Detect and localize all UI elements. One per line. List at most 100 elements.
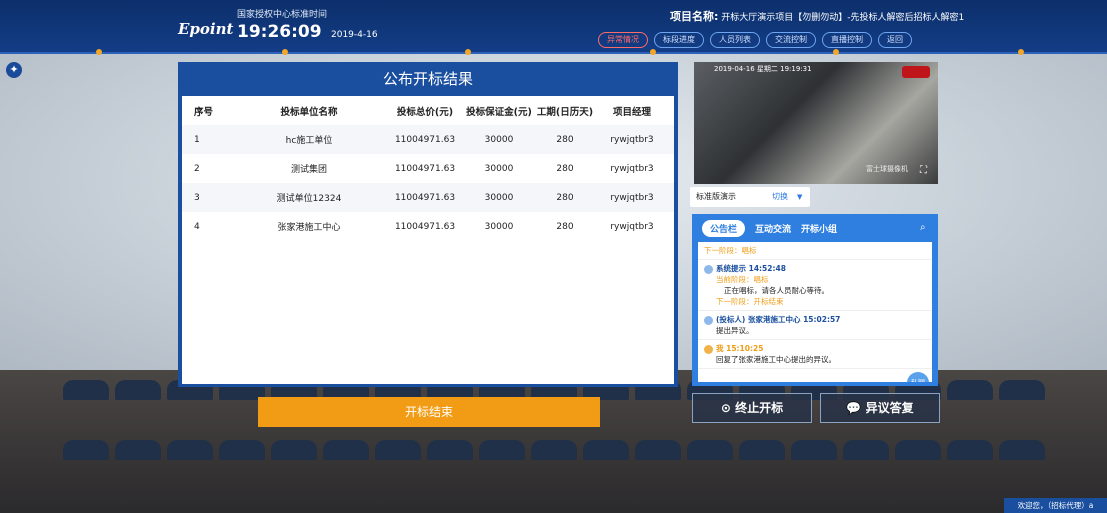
cell-deposit: 30000 (484, 163, 514, 174)
objection-reply-button[interactable]: 💬 异议答复 (820, 393, 940, 423)
table-header: 序号 投标单位名称 投标总价(元) 投标保证金(元) 工期(日历天) 项目经理 (182, 96, 674, 125)
stop-opening-label: 终止开标 (735, 401, 784, 415)
settings-float-icon[interactable]: ✦ (6, 62, 22, 78)
column-header: 序号 (194, 106, 214, 118)
tab-committee[interactable]: 开标小组 (801, 222, 837, 235)
message-line: 当前阶段：唱标 (716, 275, 769, 284)
exception-button[interactable]: 异常情况 (598, 32, 648, 48)
decor-dot (833, 49, 839, 55)
project-title: 项目名称: 开标大厅演示项目【勿删勿动】-先投标人解密后招标人解密1 (670, 8, 964, 24)
results-table: 序号 投标单位名称 投标总价(元) 投标保证金(元) 工期(日历天) 项目经理 … (182, 96, 674, 384)
avatar (704, 264, 713, 274)
message-sender: 我 15:10:25 (716, 344, 764, 353)
switch-button[interactable]: 切换 (772, 187, 788, 207)
cell-bidder: 张家港施工中心 (277, 223, 341, 233)
avatar (704, 315, 713, 325)
table-body: 1 hc施工单位 11004971.63 30000 280 rywjqtbr3… (182, 125, 674, 241)
cell-manager: rywjqtbr3 (610, 221, 654, 232)
cell-bidder: 测试集团 (290, 165, 327, 175)
message-line: 提出异议。 (716, 326, 754, 335)
decor-dot (1018, 49, 1024, 55)
live-video[interactable]: 2019-04-16 星期二 19:19:31 富士球摄像机 ⛶ (694, 62, 938, 184)
message-line: 正在唱标，请各人员耐心等待。 (724, 286, 829, 295)
cell-price: 11004971.63 (394, 134, 456, 145)
decor-dot (465, 49, 471, 55)
expand-icon[interactable]: ⛶ (920, 165, 927, 176)
column-header: 项目经理 (612, 106, 651, 118)
message-line: 回复了张家港施工中心提出的异议。 (716, 355, 836, 364)
record-indicator (902, 66, 930, 78)
column-header: 工期(日历天) (536, 106, 594, 118)
welcome-user: 欢迎您，（招标代理）a (1004, 498, 1107, 513)
message-line: 下一阶段：唱标 (704, 246, 757, 255)
selector-label: 标准版演示 (696, 192, 736, 201)
project-name: 开标大厅演示项目【勿删勿动】-先投标人解密后招标人解密1 (721, 13, 965, 23)
cell-bidder: hc施工单位 (285, 136, 333, 146)
decor-dot (96, 49, 102, 55)
message-line: 下一阶段：开标结束 (716, 297, 784, 306)
cell-index: 4 (194, 221, 200, 232)
top-bar: Epoint 国家授权中心标准时间 19:26:09 2019-4-16 项目名… (0, 0, 1107, 54)
column-header: 投标保证金(元) (466, 106, 532, 118)
cell-duration: 280 (556, 163, 574, 174)
live-control-button[interactable]: 直播控制 (822, 32, 872, 48)
avatar (704, 344, 713, 354)
private-chat-button[interactable]: 私聊 (907, 372, 929, 382)
time-label: 国家授权中心标准时间 (237, 10, 328, 20)
top-button-group: 异常情况 标段进度 人员列表 交流控制 直播控制 返回 (598, 32, 912, 48)
cell-manager: rywjqtbr3 (610, 163, 654, 174)
chat-message: 系统提示 14:52:48 当前阶段：唱标 正在唱标，请各人员耐心等待。 下一阶… (698, 260, 932, 311)
seat-row (0, 440, 1107, 460)
cell-deposit: 30000 (484, 192, 514, 203)
tab-bulletin[interactable]: 公告栏 (702, 219, 746, 237)
column-header: 投标总价(元) (396, 106, 454, 118)
search-icon[interactable]: ⌕ (920, 222, 926, 233)
chevron-down-icon: ▼ (797, 193, 803, 201)
current-time: 19:26:09 (237, 22, 322, 42)
cell-index: 2 (194, 163, 200, 174)
video-timestamp: 2019-04-16 星期二 19:19:31 (714, 65, 812, 73)
chat-message: (投标人) 张家港施工中心 15:02:57 提出异议。 (698, 311, 932, 340)
message-sender: 系统提示 14:52:48 (716, 264, 786, 273)
current-date: 2019-4-16 (331, 30, 378, 40)
chat-tabs: 公告栏 互动交流 开标小组 (692, 214, 938, 242)
project-label: 项目名称: (670, 10, 719, 23)
camera-name: 富士球摄像机 (866, 165, 908, 173)
chat-message: 我 15:10:25 回复了张家港施工中心提出的异议。 (698, 340, 932, 369)
chat-message: 下一阶段：唱标 (698, 242, 932, 260)
results-panel: 公布开标结果 序号 投标单位名称 投标总价(元) 投标保证金(元) 工期(日历天… (178, 62, 678, 387)
cell-index: 3 (194, 192, 200, 203)
table-row: 3 测试单位12324 11004971.63 30000 280 rywjqt… (182, 183, 674, 212)
chat-control-button[interactable]: 交流控制 (766, 32, 816, 48)
cell-duration: 280 (556, 134, 574, 145)
results-title: 公布开标结果 (382, 70, 473, 88)
cell-bidder: 测试单位12324 (276, 194, 342, 204)
table-row: 1 hc施工单位 11004971.63 30000 280 rywjqtbr3 (182, 125, 674, 154)
cell-deposit: 30000 (484, 134, 514, 145)
end-opening-button[interactable]: 开标结束 (258, 397, 600, 427)
chat-bubble-icon: 💬 (846, 401, 862, 415)
decor-dot (650, 49, 656, 55)
chat-messages: 下一阶段：唱标 系统提示 14:52:48 当前阶段：唱标 正在唱标，请各人员耐… (698, 242, 932, 382)
personnel-list-button[interactable]: 人员列表 (710, 32, 760, 48)
cell-price: 11004971.63 (394, 221, 456, 232)
cell-index: 1 (194, 134, 200, 145)
cell-price: 11004971.63 (394, 192, 456, 203)
section-progress-button[interactable]: 标段进度 (654, 32, 704, 48)
epoint-logo: Epoint (178, 20, 234, 38)
table-row: 4 张家港施工中心 11004971.63 30000 280 rywjqtbr… (182, 212, 674, 241)
table-row: 2 测试集团 11004971.63 30000 280 rywjqtbr3 (182, 154, 674, 183)
back-button[interactable]: 返回 (878, 32, 912, 48)
decor-dot (282, 49, 288, 55)
cell-manager: rywjqtbr3 (610, 134, 654, 145)
tab-interaction[interactable]: 互动交流 (755, 222, 791, 235)
cell-duration: 280 (556, 221, 574, 232)
cell-price: 11004971.63 (394, 163, 456, 174)
cell-manager: rywjqtbr3 (610, 192, 654, 203)
stop-icon: ⊙ (720, 401, 731, 415)
message-sender: (投标人) 张家港施工中心 15:02:57 (716, 315, 841, 324)
stop-opening-button[interactable]: ⊙ 终止开标 (692, 393, 812, 423)
column-header: 投标单位名称 (280, 106, 338, 118)
cell-deposit: 30000 (484, 221, 514, 232)
version-selector[interactable]: 标准版演示 切换 ▼ (690, 187, 810, 207)
